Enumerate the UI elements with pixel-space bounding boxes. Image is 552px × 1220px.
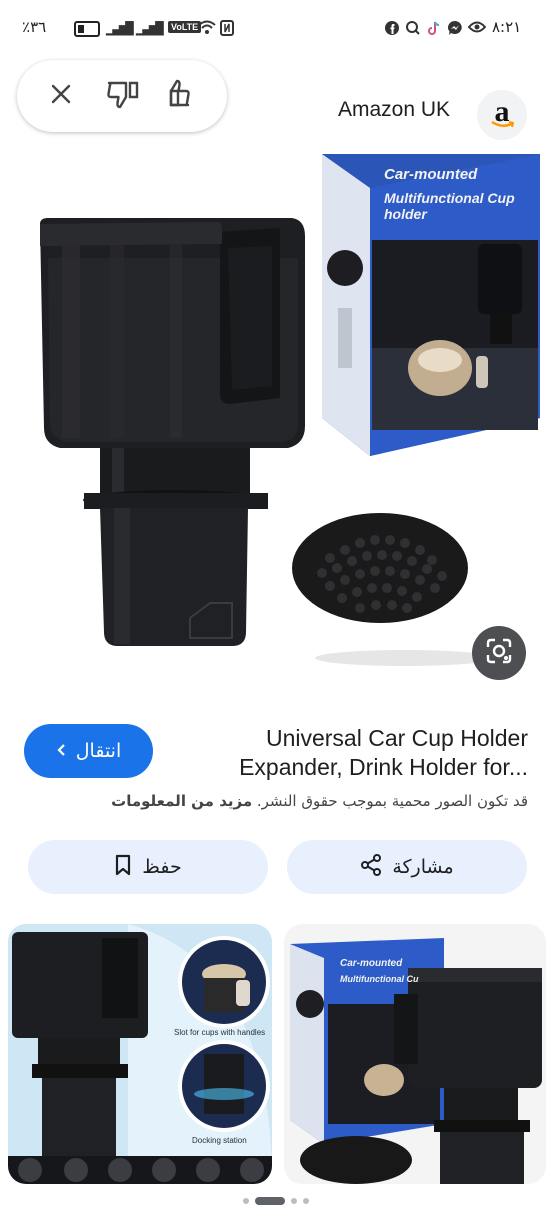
clock: ٨:٢١	[492, 18, 522, 36]
thumbs-down-icon	[106, 79, 140, 113]
copyright-text: قد تكون الصور محمية بموجب حقوق النشر.	[256, 792, 528, 810]
volte-icon: VoLTE	[168, 21, 202, 33]
product-title-line2: Expander, Drink Holder for...	[239, 754, 528, 780]
product-title-line1: Universal Car Cup Holder	[265, 725, 528, 751]
box-text-line1: Car-mounted	[384, 166, 478, 183]
thumbs-up-icon	[168, 79, 202, 113]
source-name[interactable]: Amazon UK	[338, 98, 450, 122]
lens-icon	[485, 637, 513, 669]
thumb-box-line1: Car-mounted	[340, 958, 403, 969]
battery-icon	[74, 21, 100, 37]
thumb-caption-2: Docking station	[192, 1136, 247, 1145]
product-title[interactable]: Universal Car Cup Holder Expander, Drink…	[200, 724, 528, 782]
share-label: مشاركة	[392, 856, 454, 878]
thumb-caption-1: Slot for cups with handles	[174, 1028, 266, 1037]
lens-search-button[interactable]	[472, 626, 526, 680]
thumbs-down-button[interactable]	[93, 60, 153, 132]
close-icon	[49, 82, 73, 110]
share-icon	[360, 853, 382, 881]
status-bar: ٪٣٦ ▁▃▅▇ ▁▃▅▇ VoLTE ٨:٢١	[0, 0, 552, 58]
tiktok-icon	[426, 20, 442, 40]
wifi-icon	[198, 20, 216, 40]
battery-percent: ٪٣٦	[22, 18, 47, 36]
main-product-image[interactable]: Car-mounted Multifunctional Cup holder	[0, 148, 552, 678]
messenger-icon	[447, 20, 463, 40]
nfc-icon	[220, 20, 234, 40]
signal-icon: ▁▃▅▇	[106, 20, 134, 36]
pagination-dot	[243, 1198, 249, 1204]
chevron-left-icon	[56, 740, 66, 762]
bookmark-icon	[114, 854, 132, 881]
visit-button[interactable]: انتقال	[24, 724, 153, 778]
pagination-dot	[303, 1198, 309, 1204]
signal-icon: ▁▃▅▇	[136, 20, 164, 36]
thumbs-up-button[interactable]	[155, 60, 215, 132]
amazon-logo[interactable]: a	[477, 90, 527, 140]
learn-more-link[interactable]: مزيد من المعلومات	[111, 792, 252, 810]
facebook-icon	[384, 20, 400, 40]
search-app-icon	[405, 20, 421, 40]
pagination-dot-active	[255, 1197, 285, 1205]
share-button[interactable]: مشاركة	[287, 840, 527, 894]
feedback-pill	[17, 60, 227, 132]
copyright-notice: قد تكون الصور محمية بموجب حقوق النشر. مز…	[40, 792, 528, 810]
save-button[interactable]: حفظ	[28, 840, 268, 894]
pagination-dots	[0, 1194, 552, 1208]
pagination-dot	[291, 1198, 297, 1204]
box-text-line2: Multifunctional Cup holder	[384, 190, 515, 222]
eye-icon	[467, 20, 487, 38]
visit-button-label: انتقال	[75, 740, 122, 762]
thumb-box-line2: Multifunctional Cu	[340, 974, 419, 984]
close-button[interactable]	[31, 60, 91, 132]
related-image-thumb[interactable]: Slot for cups with handles Docking stati…	[8, 924, 272, 1184]
related-image-thumb[interactable]: Car-mounted Multifunctional Cu	[284, 924, 546, 1184]
save-label: حفظ	[142, 856, 182, 878]
